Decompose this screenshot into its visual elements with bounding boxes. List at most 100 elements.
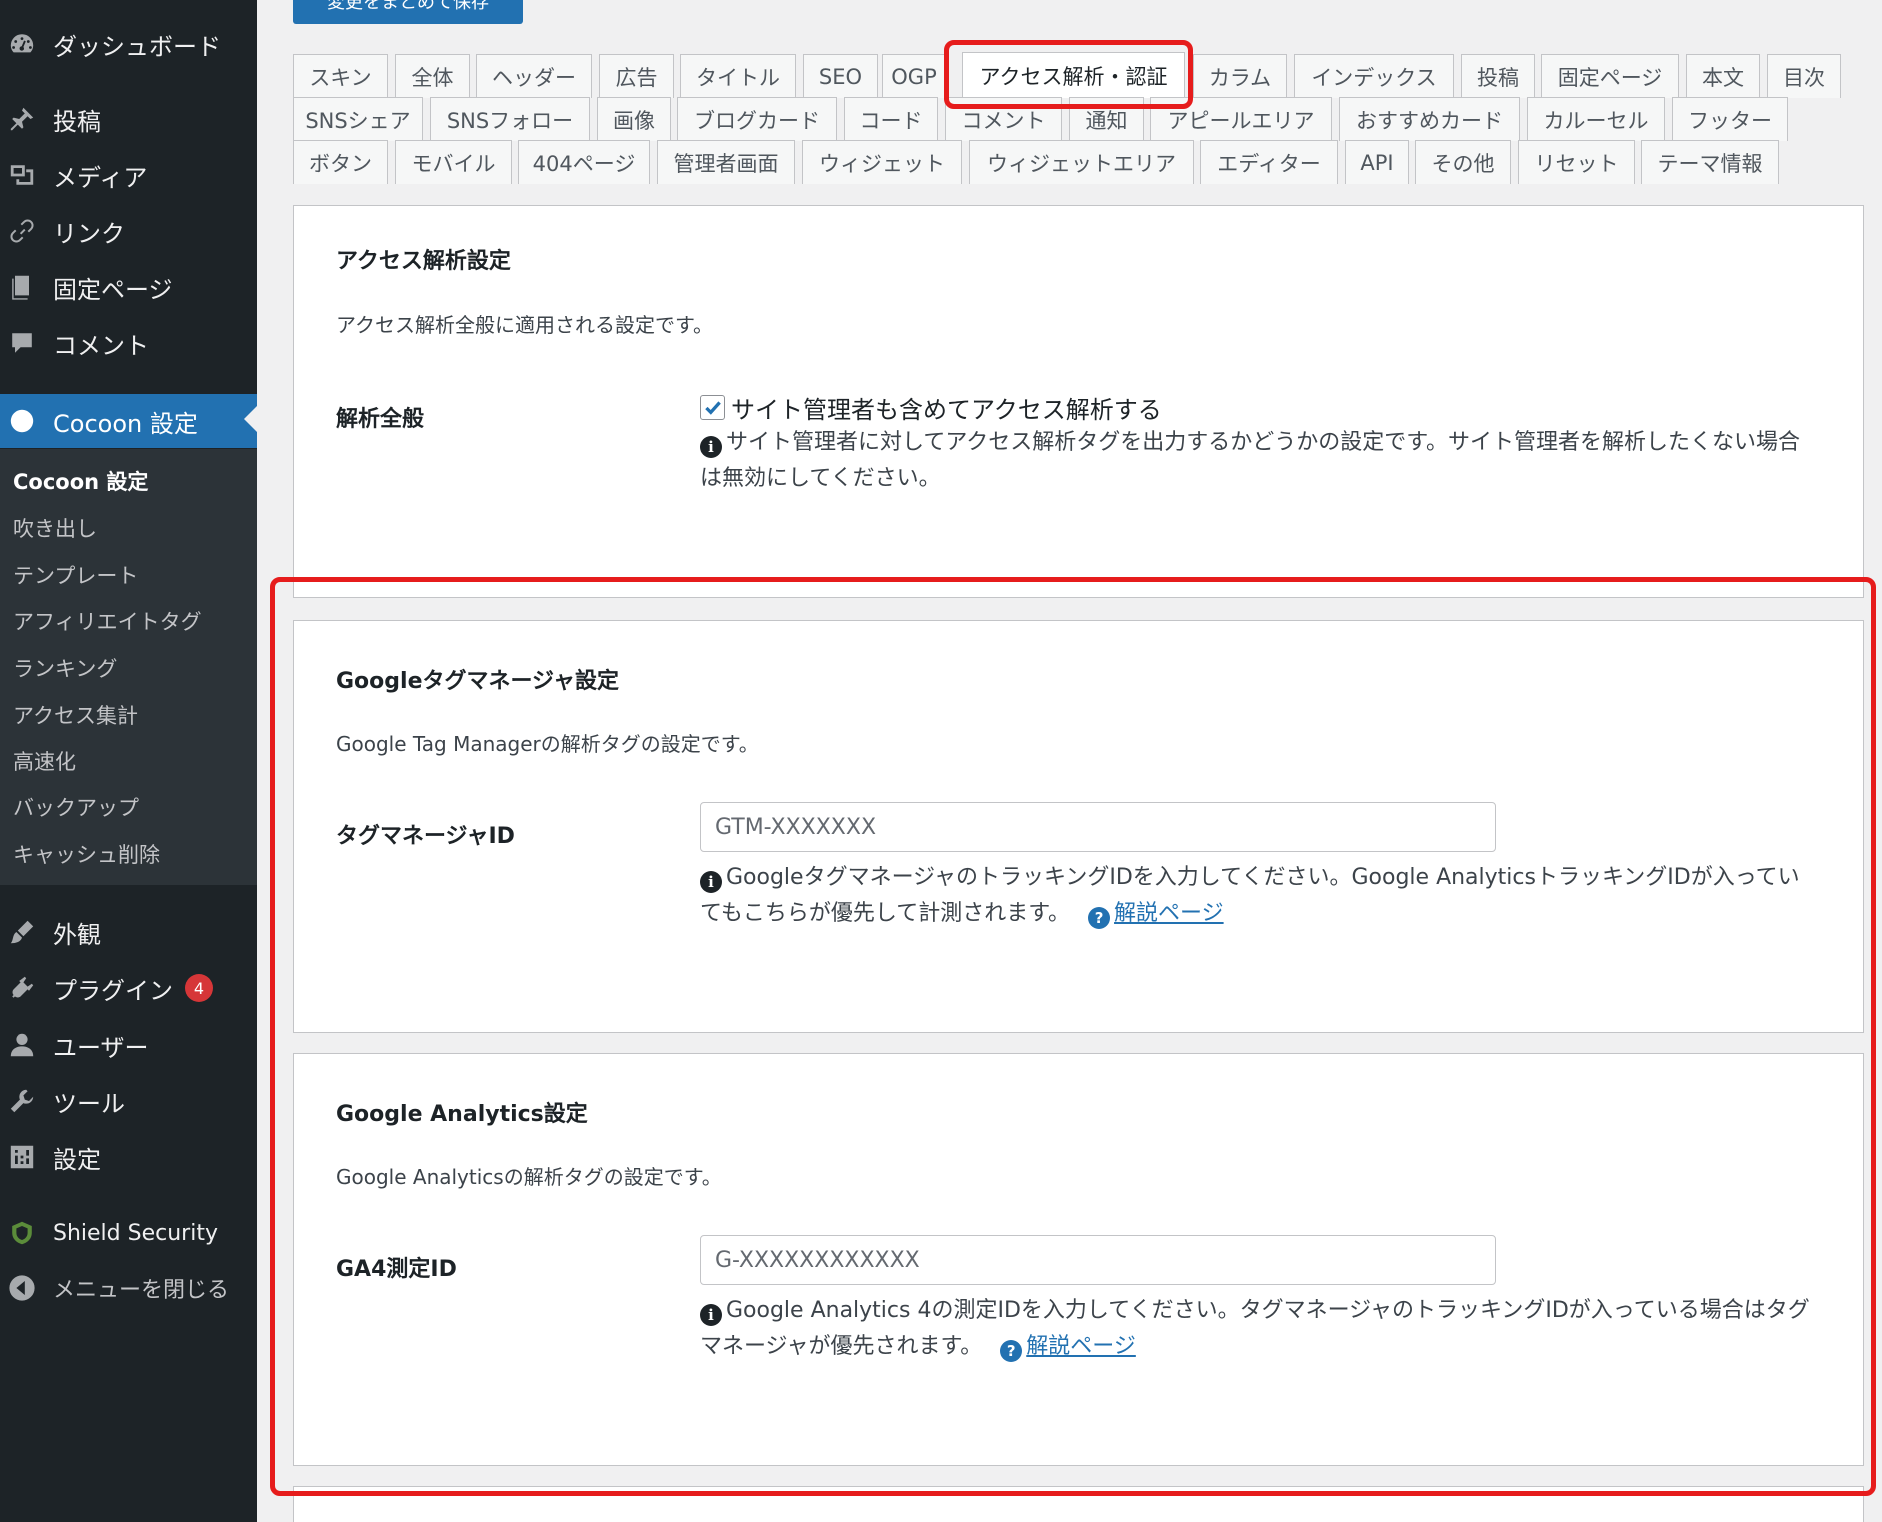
sidebar-item-users[interactable]: ユーザー — [0, 1020, 257, 1070]
sidebar-item-comments[interactable]: コメント — [0, 318, 257, 368]
tab-sns-follow[interactable]: SNSフォロー — [430, 97, 590, 141]
tab-comment[interactable]: コメント — [945, 97, 1062, 141]
tab-image[interactable]: 画像 — [597, 97, 671, 141]
submenu-item-speedup[interactable]: 高速化 — [13, 746, 76, 776]
help-page-link[interactable]: 解説ページ — [1114, 901, 1224, 926]
tab-reset[interactable]: リセット — [1518, 140, 1635, 184]
panel-description: Google Tag Managerの解析タグの設定です。 — [336, 732, 759, 756]
tab-admin[interactable]: 管理者画面 — [657, 140, 795, 184]
tab-theme-info[interactable]: テーマ情報 — [1641, 140, 1779, 184]
submenu-item-backup[interactable]: バックアップ — [13, 792, 139, 822]
tab-blogcard[interactable]: ブログカード — [677, 97, 837, 141]
include-admin-checkbox[interactable] — [700, 395, 725, 420]
submenu-item-affiliate-tag[interactable]: アフィリエイトタグ — [13, 606, 202, 636]
tag-manager-id-input[interactable] — [700, 802, 1496, 852]
sidebar-item-posts[interactable]: 投稿 — [0, 94, 257, 144]
access-analysis-panel: アクセス解析設定 アクセス解析全般に適用される設定です。 解析全般 サイト管理者… — [293, 205, 1864, 598]
tab-access-analysis[interactable]: アクセス解析・認証 — [962, 52, 1185, 98]
panel-title: アクセス解析設定 — [336, 249, 511, 274]
help-text: サイト管理者に対してアクセス解析タグを出力するかどうかの設定です。サイト管理者を… — [700, 430, 1801, 491]
plugin-icon — [8, 974, 36, 1002]
sidebar-item-label: 外観 — [53, 920, 101, 949]
tab-footer[interactable]: フッター — [1672, 97, 1788, 141]
settings-icon — [8, 1143, 36, 1171]
tab-carousel[interactable]: カルーセル — [1527, 97, 1665, 141]
sidebar-item-dashboard[interactable]: ダッシュボード — [0, 19, 257, 69]
include-admin-checkbox-row[interactable]: サイト管理者も含めてアクセス解析する — [700, 390, 1162, 425]
panel-description: アクセス解析全般に適用される設定です。 — [336, 313, 713, 337]
tab-404[interactable]: 404ページ — [518, 140, 650, 184]
submenu-item-cocoon-settings[interactable]: Cocoon 設定 — [13, 466, 148, 496]
submenu-item-ranking[interactable]: ランキング — [13, 653, 117, 683]
sidebar-item-pages[interactable]: 固定ページ — [0, 262, 257, 312]
tab-title[interactable]: タイトル — [680, 54, 796, 98]
comment-icon — [8, 329, 36, 357]
pin-icon — [8, 105, 36, 133]
tab-button[interactable]: ボタン — [293, 140, 388, 184]
tab-toc[interactable]: 目次 — [1767, 54, 1841, 98]
circle-icon — [8, 407, 36, 435]
field-label-tag-manager-id: タグマネージャID — [336, 824, 515, 849]
tab-appeal-area[interactable]: アピールエリア — [1150, 97, 1332, 141]
checkmark-icon — [704, 400, 721, 415]
info-icon: i — [700, 871, 722, 893]
collapse-menu-button[interactable]: メニューを閉じる — [0, 1263, 257, 1313]
shield-icon — [8, 1219, 36, 1247]
sidebar-item-label: コメント — [53, 331, 149, 360]
tab-others[interactable]: その他 — [1415, 140, 1511, 184]
sidebar-item-label: メニューを閉じる — [53, 1278, 230, 1303]
submenu-item-balloon[interactable]: 吹き出し — [13, 513, 97, 543]
tab-index[interactable]: インデックス — [1294, 54, 1454, 98]
submenu-item-clear-cache[interactable]: キャッシュ削除 — [13, 839, 160, 869]
sidebar-item-cocoon-settings[interactable]: Cocoon 設定 — [0, 394, 257, 448]
sidebar-item-label: プラグイン — [53, 976, 173, 1005]
sidebar-item-label: ユーザー — [53, 1033, 149, 1062]
help-text: Google Analytics 4の測定IDを入力してください。タグマネージャ… — [700, 1298, 1810, 1359]
sidebar-item-links[interactable]: リンク — [0, 206, 257, 256]
gtm-panel: Googleタグマネージャ設定 Google Tag Managerの解析タグの… — [293, 620, 1864, 1033]
tab-skin[interactable]: スキン — [293, 54, 388, 98]
tab-code[interactable]: コード — [844, 97, 938, 141]
tab-sns-share[interactable]: SNSシェア — [293, 97, 423, 141]
help-page-link[interactable]: 解説ページ — [1026, 1334, 1136, 1359]
tab-widget-area[interactable]: ウィジェットエリア — [969, 140, 1194, 184]
sidebar-item-plugins[interactable]: プラグイン 4 — [0, 963, 257, 1013]
link-icon — [8, 217, 36, 245]
tab-seo[interactable]: SEO — [803, 54, 878, 98]
tab-mobile[interactable]: モバイル — [395, 140, 512, 184]
cocoon-submenu: Cocoon 設定 吹き出し テンプレート アフィリエイトタグ ランキング アク… — [0, 449, 257, 885]
tab-body[interactable]: 本文 — [1686, 54, 1760, 98]
sidebar-item-settings[interactable]: 設定 — [0, 1132, 257, 1182]
question-icon: ? — [1088, 907, 1111, 929]
tab-header[interactable]: ヘッダー — [476, 54, 592, 98]
next-panel — [293, 1486, 1864, 1522]
save-all-button[interactable]: 変更をまとめて保存 — [293, 0, 523, 24]
tab-general[interactable]: 全体 — [395, 54, 470, 98]
tab-notice[interactable]: 通知 — [1069, 97, 1144, 141]
submenu-item-access-stats[interactable]: アクセス集計 — [13, 700, 138, 730]
tab-ads[interactable]: 広告 — [599, 54, 674, 98]
tab-recommend-card[interactable]: おすすめカード — [1339, 97, 1520, 141]
field-help: i サイト管理者に対してアクセス解析タグを出力するかどうかの設定です。サイト管理者… — [700, 425, 1810, 497]
sidebar-item-label: リンク — [53, 219, 125, 248]
sidebar-item-label: 固定ページ — [53, 275, 173, 304]
ga4-id-input[interactable] — [700, 1235, 1496, 1285]
tab-column[interactable]: カラム — [1193, 54, 1287, 98]
tab-page[interactable]: 固定ページ — [1541, 54, 1679, 98]
tab-post[interactable]: 投稿 — [1461, 54, 1535, 98]
tab-api[interactable]: API — [1345, 140, 1409, 184]
tab-widget[interactable]: ウィジェット — [802, 140, 962, 184]
submenu-item-template[interactable]: テンプレート — [13, 560, 138, 590]
brush-icon — [8, 918, 36, 946]
sidebar-item-label: Shield Security — [53, 1220, 218, 1246]
sidebar-item-media[interactable]: メディア — [0, 150, 257, 200]
sidebar-item-appearance[interactable]: 外観 — [0, 907, 257, 957]
sidebar-item-label: 設定 — [53, 1145, 101, 1174]
tab-editor[interactable]: エディター — [1200, 140, 1338, 184]
sidebar-item-shield-security[interactable]: Shield Security — [0, 1208, 257, 1258]
sidebar-item-label: Cocoon 設定 — [53, 409, 198, 438]
field-label-ga4-id: GA4測定ID — [336, 1257, 457, 1282]
help-text: GoogleタグマネージャのトラッキングIDを入力してください。Google A… — [700, 865, 1800, 926]
tab-ogp[interactable]: OGP — [882, 54, 946, 98]
sidebar-item-tools[interactable]: ツール — [0, 1076, 257, 1126]
